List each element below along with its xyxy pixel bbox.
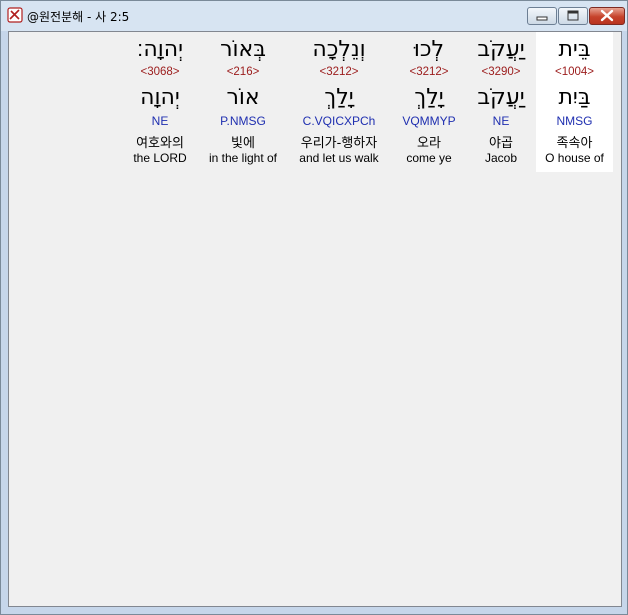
word-column[interactable]: בְּאוֹר <216> אוֹר P.NMSG 빛에 in the ligh… (200, 32, 286, 172)
korean-gloss: 우리가-행하자 (300, 136, 378, 151)
hebrew-word: בֵּית (558, 37, 591, 62)
word-column[interactable]: יַעֲקֹב <3290> יַעֲקֹב NE 야곱 Jacob (465, 32, 537, 172)
morphology-code: NE (151, 114, 169, 128)
morphology-code: P.NMSG (220, 114, 266, 128)
korean-gloss: 빛에 (231, 136, 255, 151)
korean-gloss: 오라 (417, 136, 441, 151)
hebrew-word: בְּאוֹר (220, 37, 266, 62)
english-gloss: and let us walk (299, 151, 379, 165)
app-icon[interactable] (7, 7, 23, 23)
hebrew-lemma: יָלַךְ (414, 85, 444, 110)
close-icon (600, 9, 614, 22)
korean-gloss: 족속아 (556, 136, 593, 151)
morphology-code: NMSG (556, 114, 593, 128)
close-button[interactable] (589, 7, 625, 25)
hebrew-word: יְהוָה׃ (136, 37, 184, 62)
word-column[interactable]: וְנֵלְכָה <3212> יָלַךְ C.VQICXPCh 우리가-행… (285, 32, 393, 172)
english-gloss: come ye (406, 151, 452, 165)
strong-number[interactable]: <216> (200, 66, 286, 78)
korean-gloss: 야곱 (489, 136, 513, 151)
window-title: @원전분해 - 사 2:5 (27, 10, 130, 24)
title-bar[interactable]: @원전분해 - 사 2:5 (1, 1, 627, 31)
strong-number[interactable]: <3212> (285, 66, 393, 78)
english-gloss: O house of (545, 151, 604, 165)
minimize-button[interactable] (527, 7, 557, 25)
hebrew-lemma: יַעֲקֹב (477, 85, 525, 110)
hebrew-word: יַעֲקֹב (477, 37, 525, 62)
hebrew-lemma: יְהוָה (140, 85, 180, 110)
morphology-code: NE (492, 114, 510, 128)
word-column[interactable]: בֵּית <1004> בַּיִת NMSG 족속아 O house of (536, 32, 613, 172)
english-gloss: Jacob (484, 151, 518, 165)
hebrew-lemma: בַּיִת (558, 85, 591, 110)
english-gloss: the LORD (133, 151, 187, 165)
hebrew-word: וְנֵלְכָה (312, 37, 366, 62)
strong-number[interactable]: <3290> (465, 66, 537, 78)
morphology-code: C.VQICXPCh (302, 114, 376, 128)
english-gloss: in the light of (208, 151, 278, 165)
word-column[interactable]: יְהוָה׃ <3068> יְהוָה NE 여호와의 the LORD (123, 32, 197, 172)
interlinear-view: בֵּית <1004> בַּיִת NMSG 족속아 O house of … (8, 31, 622, 607)
hebrew-word: לְכוּ (413, 37, 445, 62)
minimize-icon (536, 16, 548, 21)
morphology-code: VQMMYP (402, 114, 456, 128)
strong-number[interactable]: <3068> (123, 66, 197, 78)
korean-gloss: 여호와의 (136, 136, 184, 151)
hebrew-lemma: יָלַךְ (324, 85, 354, 110)
strong-number[interactable]: <1004> (536, 66, 613, 78)
hebrew-lemma: אוֹר (226, 85, 260, 110)
maximize-button[interactable] (558, 7, 588, 25)
maximize-icon (567, 10, 579, 21)
app-window: @원전분해 - 사 2:5 בֵּית <1004> בַּיִת NMSG 족… (0, 0, 628, 615)
word-column[interactable]: לְכוּ <3212> יָלַךְ VQMMYP 오라 come ye (393, 32, 465, 172)
strong-number[interactable]: <3212> (393, 66, 465, 78)
